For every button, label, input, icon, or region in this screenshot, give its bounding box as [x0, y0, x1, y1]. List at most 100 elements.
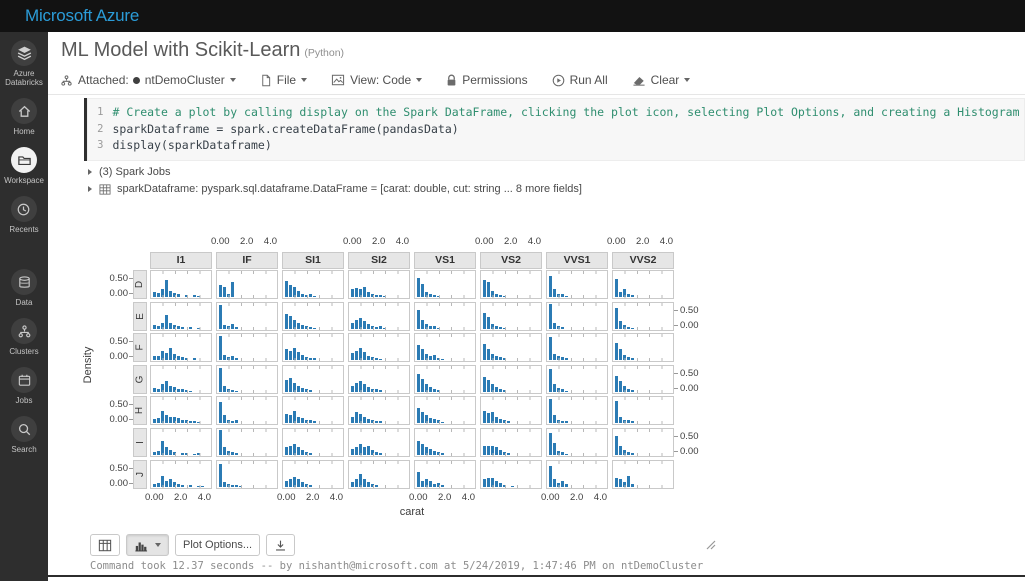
sidebar: Azure Databricks Home Workspace Recents Data…	[0, 32, 48, 581]
histogram-bar	[417, 278, 420, 297]
eraser-icon	[632, 74, 646, 86]
histogram-bar	[499, 357, 502, 360]
cluster-status-dot	[133, 77, 140, 84]
histogram-bar	[553, 443, 556, 455]
view-menu[interactable]: View: Code	[331, 73, 422, 87]
histogram-bar	[615, 343, 618, 360]
histogram-bar	[491, 354, 494, 360]
y-tick-label: 0.50	[680, 305, 699, 316]
data-icon	[11, 269, 37, 295]
facet-cell	[414, 333, 476, 362]
facet-cell	[216, 460, 278, 489]
facet-cell	[282, 365, 344, 394]
histogram-bar	[157, 451, 160, 455]
histogram-bar	[553, 479, 556, 487]
code-editor[interactable]: 1# Create a plot by calling display on t…	[87, 98, 1025, 161]
histogram-bar	[375, 452, 378, 455]
histogram-bar	[553, 354, 556, 360]
sidebar-item-azure-databricks[interactable]: Azure Databricks	[2, 40, 46, 87]
histogram-bar	[631, 453, 634, 455]
histogram-bar	[367, 419, 370, 423]
sidebar-item-search[interactable]: Search	[11, 416, 37, 454]
facet-cell	[348, 302, 410, 331]
histogram-bar	[355, 288, 358, 297]
histogram-bar	[565, 391, 568, 392]
chart-view-button[interactable]	[126, 534, 169, 556]
histogram-bar	[367, 446, 370, 455]
sidebar-item-home[interactable]: Home	[11, 98, 37, 136]
facet-cell	[480, 396, 542, 425]
sidebar-item-clusters[interactable]: Clusters	[9, 318, 38, 356]
histogram-bar	[565, 484, 568, 487]
run-all-button[interactable]: Run All	[552, 73, 608, 87]
histogram-bar	[627, 452, 630, 455]
top-bar: Microsoft Azure	[0, 0, 1025, 32]
histogram-bar	[421, 284, 424, 297]
x-tick-label: 2.0	[438, 492, 451, 503]
histogram-bar	[503, 420, 506, 423]
histogram-bar	[305, 389, 308, 392]
histogram-bar	[631, 295, 634, 297]
dataframe-toggle[interactable]: sparkDataframe: pyspark.sql.dataframe.Da…	[88, 183, 582, 195]
histogram-bar	[363, 321, 366, 329]
histogram-bar	[305, 452, 308, 455]
histogram-bar	[169, 450, 172, 455]
histogram-bar	[173, 482, 176, 487]
histogram-bar	[197, 328, 200, 329]
histogram-bar	[417, 374, 420, 392]
chevron-down-icon	[155, 543, 161, 547]
x-axis-ticks-bottom: 0.002.04.0	[541, 492, 607, 503]
file-menu[interactable]: File	[260, 73, 307, 87]
histogram-bar	[177, 326, 180, 329]
clear-menu[interactable]: Clear	[632, 73, 691, 87]
x-axis-ticks-bottom: 0.002.04.0	[277, 492, 343, 503]
attached-label: Attached:	[78, 73, 129, 87]
row-label-text: H	[134, 407, 145, 414]
sidebar-item-recents[interactable]: Recents	[9, 196, 38, 234]
header-divider	[48, 94, 1025, 95]
histogram-bar	[417, 408, 420, 423]
histogram-bar	[235, 453, 238, 455]
histogram-bar	[379, 359, 382, 360]
permissions-button[interactable]: Permissions	[446, 73, 527, 87]
histogram-bar	[483, 377, 486, 392]
histogram-bar	[157, 483, 160, 487]
facet-cell	[282, 302, 344, 331]
histogram-bar	[293, 320, 296, 329]
histogram-bar	[433, 389, 436, 392]
histogram-bar	[379, 295, 382, 297]
facet-cell	[480, 333, 542, 362]
x-tick-label: 0.00	[343, 236, 362, 247]
x-tick-label: 0.00	[277, 492, 296, 503]
histogram-bar	[305, 420, 308, 423]
facet-cell	[546, 428, 608, 457]
histogram-bar	[193, 295, 196, 297]
table-view-button[interactable]	[90, 534, 120, 556]
facet-cell	[414, 365, 476, 394]
home-icon	[11, 98, 37, 124]
histogram-bar	[557, 326, 560, 329]
facet-histogram-grid: 0.002.04.00.002.04.00.002.04.00.002.04.0…	[83, 233, 743, 525]
histogram-bar	[623, 450, 626, 455]
plot-options-button[interactable]: Plot Options...	[175, 534, 260, 556]
histogram-bar	[285, 481, 288, 487]
spark-jobs-toggle[interactable]: (3) Spark Jobs	[88, 166, 171, 178]
resize-handle[interactable]	[706, 540, 716, 550]
histogram-bar	[153, 484, 156, 487]
histogram-bar	[487, 413, 490, 423]
histogram-bar	[173, 452, 176, 455]
y-tick-label: 0.00	[680, 446, 699, 457]
y-tick-mark	[674, 436, 678, 437]
y-tick-label: 0.50	[680, 431, 699, 442]
sidebar-item-jobs[interactable]: Jobs	[11, 367, 37, 405]
sidebar-item-workspace[interactable]: Workspace	[4, 147, 44, 185]
histogram-bar	[417, 441, 420, 455]
histogram-bar	[433, 295, 436, 297]
sidebar-item-data[interactable]: Data	[11, 269, 37, 307]
histogram-bar	[483, 446, 486, 455]
histogram-bar	[165, 415, 168, 423]
attached-cluster-dropdown[interactable]: Attached: ntDemoCluster	[60, 73, 236, 87]
histogram-bar	[301, 355, 304, 360]
download-button[interactable]	[266, 534, 295, 556]
histogram-bar	[293, 287, 296, 297]
